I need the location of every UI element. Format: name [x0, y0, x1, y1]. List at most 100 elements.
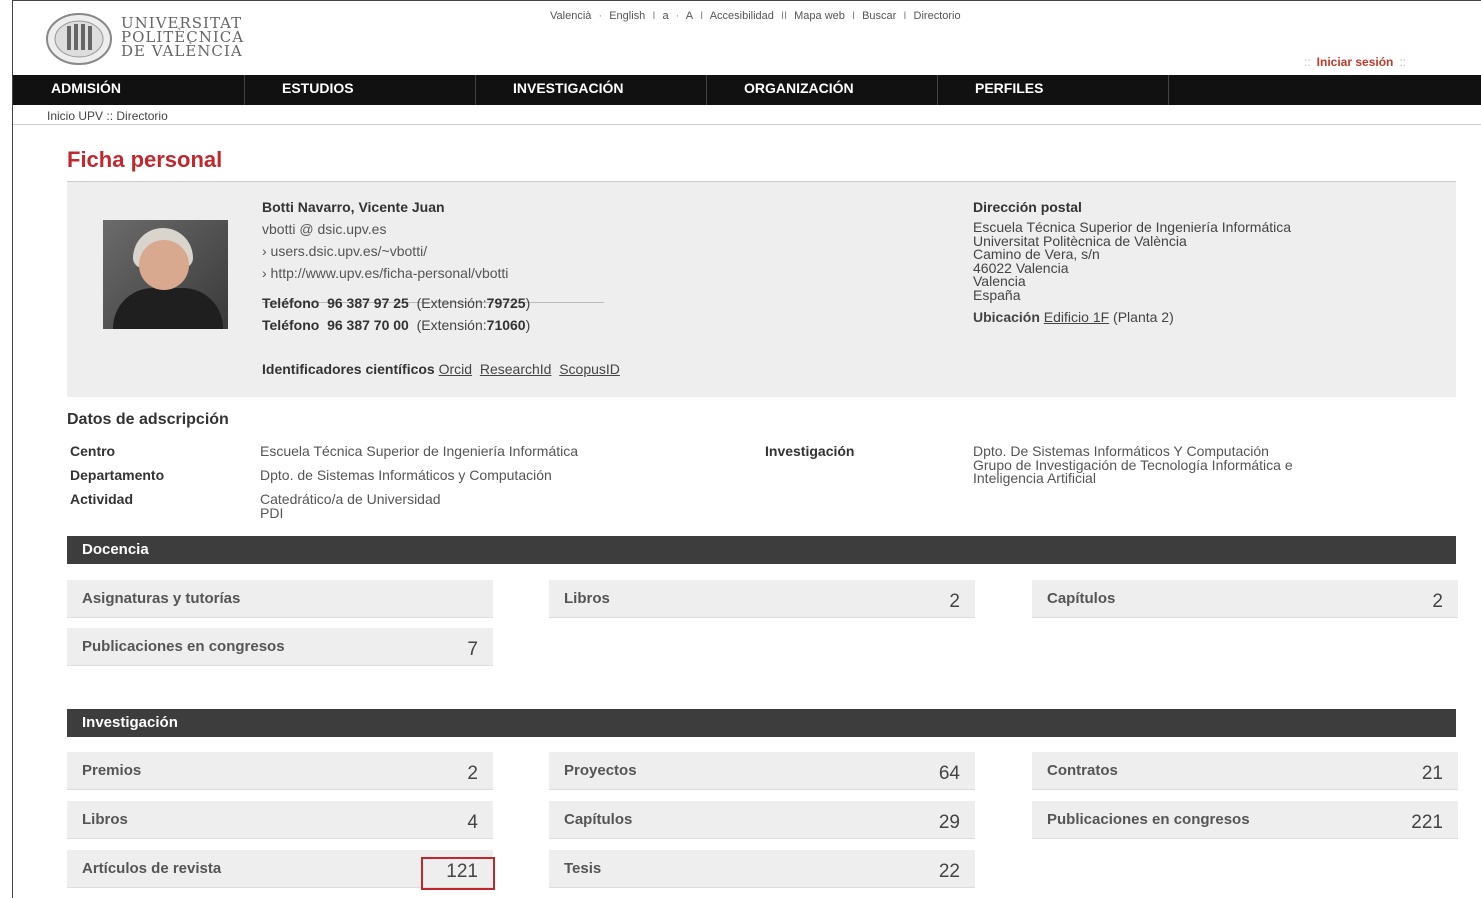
- docencia-congresos-card[interactable]: Publicaciones en congresos 7: [67, 628, 493, 666]
- scientific-ids: Identificadores científicos Orcid Resear…: [262, 361, 620, 377]
- nav-admision[interactable]: ADMISIÓN: [13, 75, 244, 105]
- phone-label: Teléfono: [262, 317, 320, 333]
- centro-value: Escuela Técnica Superior de Ingeniería I…: [260, 443, 579, 459]
- nav-organizacion[interactable]: ORGANIZACIÓN: [706, 75, 937, 105]
- card-count: 221: [1411, 812, 1443, 833]
- researchid-link[interactable]: ResearchId: [480, 361, 552, 377]
- investigacion-premios-card[interactable]: Premios 2: [67, 752, 493, 790]
- scientific-ids-label: Identificadores científicos: [262, 361, 435, 377]
- departamento-label: Departamento: [70, 467, 165, 483]
- investigacion-articulos-card[interactable]: Artículos de revista 121: [67, 850, 495, 890]
- docencia-capitulos-card[interactable]: Capítulos 2: [1032, 580, 1458, 618]
- profile-url-link[interactable]: › http://www.upv.es/ficha-personal/vbott…: [262, 265, 508, 281]
- font-larger-button[interactable]: A: [686, 10, 693, 22]
- login-decor: ::: [1304, 55, 1311, 69]
- address-line: Valencia: [973, 273, 1026, 289]
- actividad-value: Catedrático/a de Universidad PDI: [260, 491, 441, 521]
- investigacion-proyectos-card[interactable]: Proyectos 64: [549, 752, 975, 790]
- departamento-value: Dpto. de Sistemas Informáticos y Computa…: [260, 467, 552, 483]
- upv-logo[interactable]: UNIVERSITAT POLITÈCNICA DE VALÈNCIA: [45, 10, 265, 66]
- nav-perfiles[interactable]: PERFILES: [937, 75, 1168, 105]
- link-english[interactable]: English: [609, 10, 645, 22]
- profile-photo: [103, 220, 228, 329]
- extension-label: (Extensión:: [416, 317, 487, 333]
- investigacion-libros-card[interactable]: Libros 4: [67, 801, 493, 839]
- postal-address: Dirección postal Escuela Técnica Superio…: [973, 199, 1291, 325]
- card-count: 2: [467, 763, 478, 784]
- extension-close: ): [525, 317, 531, 333]
- building-link[interactable]: Edificio 1F: [1044, 309, 1109, 325]
- scopusid-link[interactable]: ScopusID: [559, 361, 620, 377]
- nav-investigacion[interactable]: INVESTIGACIÓN: [475, 75, 706, 105]
- investigacion-value: Dpto. De Sistemas Informáticos Y Computa…: [973, 444, 1293, 486]
- person-name: Botti Navarro, Vicente Juan: [262, 199, 445, 215]
- actividad-label: Actividad: [70, 491, 134, 507]
- orcid-link[interactable]: Orcid: [439, 361, 472, 377]
- separator: I: [700, 10, 704, 22]
- personal-website-link[interactable]: › users.dsic.upv.es/~vbotti/: [262, 243, 427, 259]
- extension-label: (Extensión:: [416, 295, 487, 311]
- card-label: Asignaturas y tutorías: [82, 590, 241, 607]
- card-count: 2: [1432, 591, 1443, 612]
- login-decor: ::: [1399, 55, 1407, 69]
- link-directorio[interactable]: Directorio: [914, 10, 961, 22]
- extension-number: 71060: [486, 317, 526, 333]
- card-count: 29: [938, 812, 960, 833]
- card-count: 22: [938, 861, 960, 882]
- investigacion-label: Investigación: [765, 443, 855, 459]
- login-link[interactable]: Iniciar sesión: [1317, 55, 1394, 69]
- extension-number: 79725: [486, 295, 526, 311]
- card-count: 7: [467, 639, 478, 660]
- card-label: Capítulos: [564, 811, 633, 828]
- breadcrumb-current: Directorio: [116, 109, 168, 123]
- font-smaller-button[interactable]: a: [662, 10, 668, 22]
- nav-filler: [1168, 75, 1481, 105]
- centro-label: Centro: [70, 443, 116, 459]
- card-label: Libros: [564, 590, 610, 607]
- link-mapa-web[interactable]: Mapa web: [794, 10, 845, 22]
- card-count: 2: [949, 591, 960, 612]
- investigacion-capitulos-card[interactable]: Capítulos 29: [549, 801, 975, 839]
- login-area: :: Iniciar sesión::: [1304, 55, 1406, 69]
- address-line: España: [973, 286, 1021, 303]
- nav-estudios[interactable]: ESTUDIOS: [244, 75, 475, 105]
- docencia-libros-card[interactable]: Libros 2: [549, 580, 975, 618]
- actividad-line: PDI: [260, 504, 284, 521]
- investigacion-contratos-card[interactable]: Contratos 21: [1032, 752, 1458, 790]
- card-label: Contratos: [1047, 762, 1118, 779]
- docencia-header: Docencia: [67, 536, 1456, 564]
- address-heading: Dirección postal: [973, 199, 1082, 215]
- logo-text: UNIVERSITAT POLITÈCNICA DE VALÈNCIA: [121, 14, 245, 60]
- breadcrumb-home[interactable]: Inicio UPV: [47, 109, 103, 123]
- separator: ·: [598, 10, 603, 22]
- address-lines: Escuela Técnica Superior de Ingeniería I…: [973, 220, 1291, 303]
- card-label: Publicaciones en congresos: [82, 638, 285, 655]
- card-label: Libros: [82, 811, 128, 828]
- extension-close: ): [525, 295, 531, 311]
- phone-row: Teléfono 96 387 97 25 (Extensión:79725): [262, 295, 530, 311]
- separator: I: [851, 10, 856, 22]
- phone-label: Teléfono: [262, 295, 320, 311]
- link-buscar[interactable]: Buscar: [862, 10, 896, 22]
- card-count: 4: [467, 812, 478, 833]
- phone-number: 96 387 70 00: [327, 317, 409, 333]
- top-links: Valencià · English I a · A I Accesibilid…: [550, 10, 965, 22]
- location-label: Ubicación: [973, 309, 1040, 325]
- card-label: Proyectos: [564, 762, 637, 779]
- breadcrumb: Inicio UPV :: Directorio: [47, 109, 168, 123]
- divider: [13, 124, 1481, 125]
- investigacion-congresos-card[interactable]: Publicaciones en congresos 221: [1032, 801, 1458, 839]
- card-label: Artículos de revista: [82, 860, 222, 877]
- personal-card: Botti Navarro, Vicente Juan vbotti @ dsi…: [67, 181, 1456, 397]
- investigacion-tesis-card[interactable]: Tesis 22: [549, 850, 975, 888]
- person-email[interactable]: vbotti @ dsic.upv.es: [262, 221, 386, 237]
- docencia-asignaturas-card[interactable]: Asignaturas y tutorías: [67, 580, 493, 618]
- floor-info: (Planta 2): [1113, 309, 1174, 325]
- link-accesibilidad[interactable]: Accesibilidad: [710, 10, 774, 22]
- separator: II: [780, 10, 788, 22]
- link-valencia[interactable]: Valencià: [550, 10, 591, 22]
- separator: I: [903, 10, 907, 22]
- page-title: Ficha personal: [67, 147, 223, 172]
- card-count: 64: [938, 763, 960, 784]
- actividad-line: Catedrático/a de Universidad: [260, 491, 441, 507]
